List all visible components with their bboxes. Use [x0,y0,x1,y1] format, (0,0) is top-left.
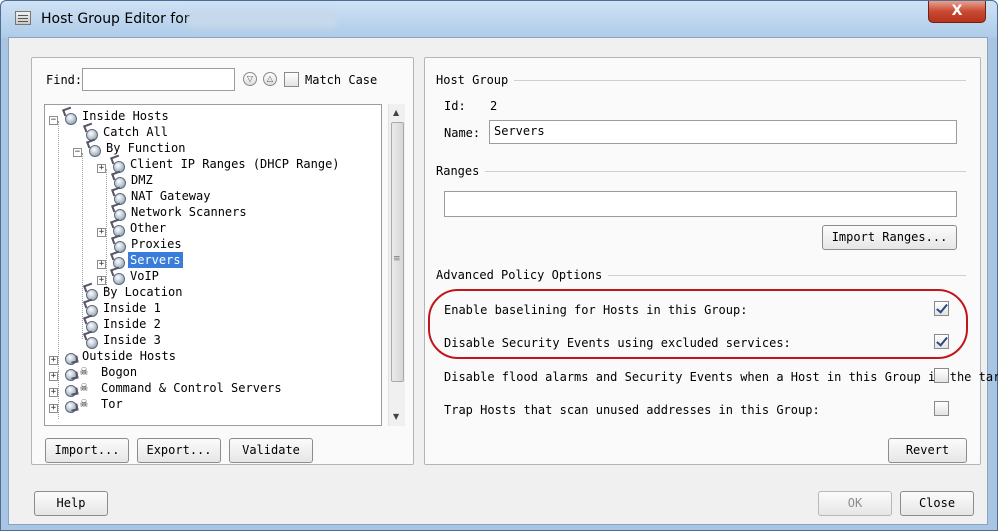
redacted-title-text [188,12,338,27]
tree-scrollbar[interactable]: ▲ ≡ ▼ [388,104,405,426]
host-group-icon [110,220,126,237]
tree-item-inside-hosts[interactable]: − Inside Hosts [49,108,171,125]
tree-item-proxies[interactable]: Proxies [111,236,184,253]
tree-item-by-location[interactable]: By Location [83,284,184,301]
tree-item-network-scanners[interactable]: Network Scanners [111,204,249,221]
tree-item-nat-gateway[interactable]: NAT Gateway [111,188,212,205]
tree-item-client-ip-ranges[interactable]: + Client IP Ranges (DHCP Range) [97,156,342,173]
find-label: Find: [46,73,83,87]
scroll-grip-icon: ≡ [393,254,401,264]
tree-item-inside-1[interactable]: Inside 1 [83,300,163,317]
advanced-section-title: Advanced Policy Options [436,268,609,282]
revert-button[interactable]: Revert [888,438,967,463]
id-label: Id: [444,99,466,113]
outside-host-group-icon [62,380,78,397]
option-disable-flood-alarms-checkbox[interactable] [934,368,949,383]
find-previous-icon[interactable]: △ [263,72,277,86]
skull-crossbones-icon: ☠ [80,380,88,395]
host-group-icon [110,268,126,285]
option-trap-hosts-checkbox[interactable] [934,401,949,416]
tree-item-bogon[interactable]: + ☠ Bogon [49,364,139,381]
option-disable-flood-alarms-label: Disable flood alarms and Security Events… [444,370,998,384]
name-input[interactable]: Servers [489,120,957,144]
id-value: 2 [490,99,498,113]
export-button[interactable]: Export... [137,438,221,463]
import-button[interactable]: Import... [45,438,129,463]
tree-scrollbar-thumb[interactable] [391,122,404,382]
window-title: Host Group Editor for [41,11,190,27]
host-group-icon [86,140,102,157]
find-next-icon[interactable]: ▽ [243,72,257,86]
match-case-label: Match Case [305,73,378,87]
host-group-icon [111,204,127,221]
host-group-tree[interactable]: − Inside Hosts Catch All − By Function + Cl… [44,104,382,426]
ranges-section-title: Ranges [436,164,486,178]
close-button[interactable]: Close [900,491,974,516]
tree-item-other[interactable]: + Other [97,220,168,237]
help-button[interactable]: Help [34,491,108,516]
tree-item-inside-2[interactable]: Inside 2 [83,316,163,333]
tree-item-servers[interactable]: + Servers [97,252,183,269]
tree-item-command-control-servers[interactable]: + ☠ Command & Control Servers [49,380,284,397]
tree-connector [58,121,59,371]
host-group-icon [111,236,127,253]
skull-crossbones-icon: ☠ [80,364,88,379]
tree-item-inside-3[interactable]: Inside 3 [83,332,163,349]
ranges-separator [436,171,966,172]
match-case-checkbox[interactable] [284,72,299,87]
window-icon [15,11,31,25]
tree-item-tor[interactable]: + ☠ Tor [49,396,125,413]
scroll-down-arrow-icon[interactable]: ▼ [393,412,399,421]
highlight-annotation-oval [428,289,968,359]
tree-item-by-function[interactable]: − By Function [73,140,187,157]
outside-host-group-icon [62,364,78,381]
host-group-icon [83,332,99,349]
ranges-input[interactable] [444,191,957,217]
tree-item-outside-hosts[interactable]: + Outside Hosts [49,348,178,365]
import-ranges-button[interactable]: Import Ranges... [822,225,957,250]
option-trap-hosts-label: Trap Hosts that scan unused addresses in… [444,403,820,417]
name-label: Name: [444,126,481,140]
host-group-section-title: Host Group [436,73,515,87]
host-group-icon [110,156,126,173]
title-bar[interactable]: Host Group Editor for X [1,1,997,38]
tree-item-catch-all[interactable]: Catch All [83,124,170,141]
skull-crossbones-icon: ☠ [80,396,88,411]
host-group-icon [62,108,78,125]
find-input[interactable] [82,68,235,91]
ok-button[interactable]: OK [818,491,892,516]
outside-host-group-icon [62,396,78,413]
window-close-button[interactable]: X [928,1,986,23]
outside-host-group-icon [62,348,78,365]
scroll-up-arrow-icon[interactable]: ▲ [393,108,399,117]
validate-button[interactable]: Validate [229,438,313,463]
host-group-separator [436,80,966,81]
tree-item-dmz[interactable]: DMZ [111,172,155,189]
tree-item-voip[interactable]: + VoIP [97,268,161,285]
host-group-icon [83,124,99,141]
